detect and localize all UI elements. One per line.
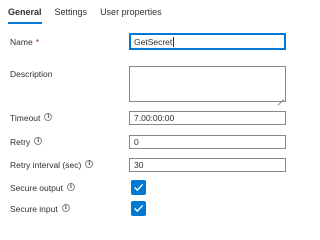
secure-output-label-text: Secure output <box>10 183 63 193</box>
secure-output-label: Secure output <box>10 183 75 193</box>
timeout-value: 7.00:00:00 <box>134 113 175 123</box>
tab-general[interactable]: General <box>8 5 42 27</box>
resize-grip-icon[interactable] <box>278 94 284 100</box>
retry-label: Retry <box>10 137 43 147</box>
tab-user-properties[interactable]: User properties <box>100 5 162 27</box>
name-input-value: GetSecret <box>134 36 173 47</box>
info-icon[interactable] <box>34 137 43 145</box>
retry-interval-label: Retry interval (sec) <box>10 160 94 170</box>
name-label: Name * <box>10 37 39 47</box>
required-asterisk: * <box>35 37 39 47</box>
secure-input-label-text: Secure input <box>10 204 58 214</box>
text-caret <box>172 36 174 47</box>
tab-settings[interactable]: Settings <box>55 5 88 27</box>
info-icon[interactable] <box>44 113 53 121</box>
retry-interval-label-text: Retry interval (sec) <box>10 160 82 170</box>
info-icon[interactable] <box>85 160 94 168</box>
name-label-text: Name <box>10 37 33 47</box>
checkmark-icon <box>134 205 143 212</box>
checkmark-icon <box>134 184 143 191</box>
retry-interval-input[interactable]: 30 <box>129 158 286 172</box>
name-input[interactable]: GetSecret <box>129 33 286 50</box>
timeout-label-text: Timeout <box>10 113 41 123</box>
timeout-input[interactable]: 7.00:00:00 <box>129 111 286 125</box>
description-label: Description <box>10 69 53 79</box>
secure-input-checkbox[interactable] <box>131 201 146 216</box>
retry-label-text: Retry <box>10 137 31 147</box>
retry-input[interactable]: 0 <box>129 135 286 149</box>
info-icon[interactable] <box>66 183 75 191</box>
tab-bar: General Settings User properties <box>8 5 175 27</box>
description-textarea[interactable] <box>129 66 286 102</box>
info-icon[interactable] <box>61 204 70 212</box>
timeout-label: Timeout <box>10 113 53 123</box>
retry-value: 0 <box>134 137 139 147</box>
secure-input-label: Secure input <box>10 204 70 214</box>
retry-interval-value: 30 <box>134 160 144 170</box>
secure-output-checkbox[interactable] <box>131 180 146 195</box>
